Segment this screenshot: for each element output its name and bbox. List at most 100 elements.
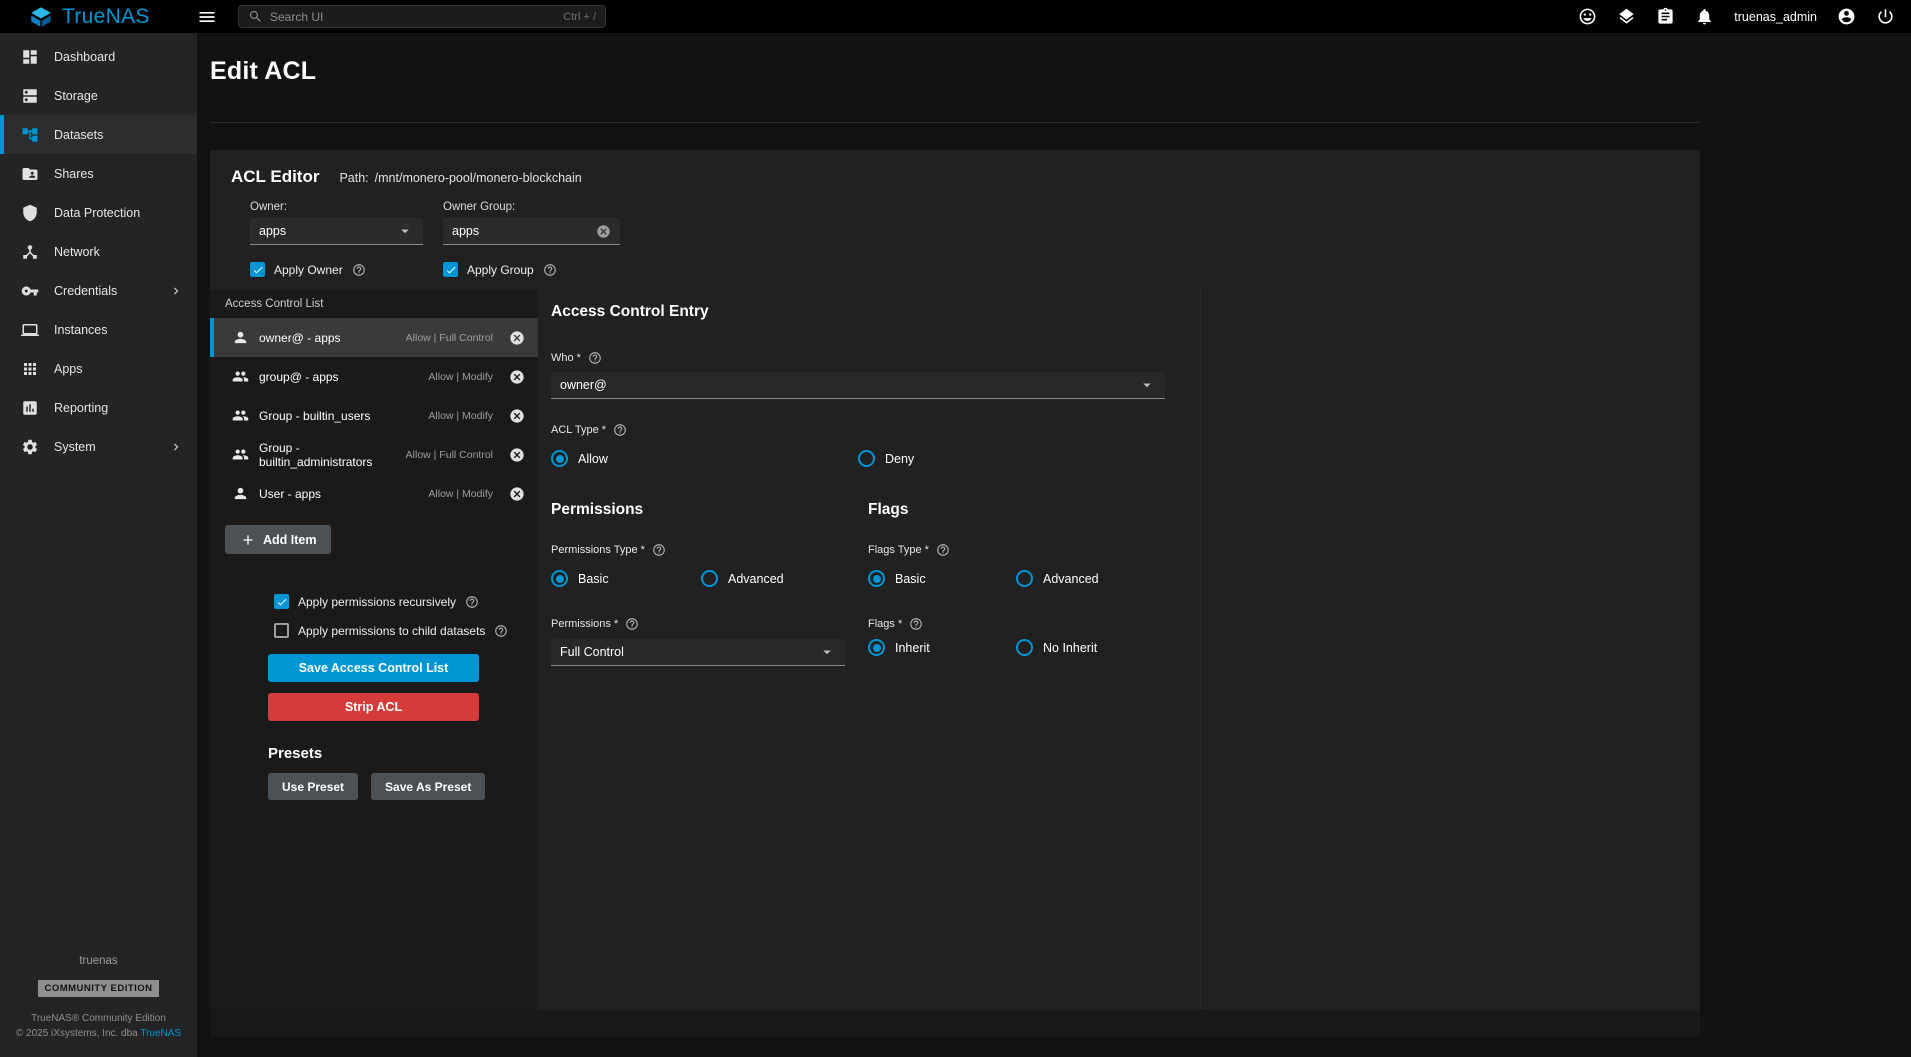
use-preset-button[interactable]: Use Preset	[268, 773, 358, 800]
cancel-icon	[509, 408, 525, 424]
user-menu-button[interactable]	[1837, 7, 1856, 26]
group-icon	[232, 446, 249, 463]
owner-group-input[interactable]: apps	[443, 218, 620, 245]
sidebar-item-reporting[interactable]: Reporting	[0, 388, 197, 427]
flags-no-inherit-radio[interactable]: No Inherit	[1016, 639, 1097, 656]
truenas-link[interactable]: TrueNAS	[140, 1028, 181, 1039]
entry-name: group@ - apps	[259, 370, 418, 384]
power-button[interactable]	[1876, 7, 1895, 26]
owner-label: Owner:	[250, 201, 423, 213]
alerts-button[interactable]	[1695, 7, 1714, 26]
sidebar-item-label: Datasets	[54, 128, 103, 142]
acl-entry-row[interactable]: group@ - apps Allow | Modify	[210, 357, 538, 396]
page-title: Edit ACL	[210, 57, 1911, 86]
help-icon[interactable]	[936, 543, 950, 557]
who-select[interactable]: owner@	[551, 372, 1165, 399]
flags-type-advanced-radio[interactable]: Advanced	[1016, 570, 1099, 587]
brand-logo[interactable]: TrueNAS	[28, 5, 181, 29]
permissions-type-basic-radio[interactable]: Basic	[551, 570, 701, 587]
acl-entry-row[interactable]: owner@ - apps Allow | Full Control	[210, 318, 538, 357]
no-inherit-label: No Inherit	[1043, 641, 1097, 655]
entry-permission-tag: Allow | Modify	[428, 371, 493, 383]
feedback-button[interactable]	[1578, 7, 1597, 26]
cancel-icon	[509, 369, 525, 385]
recursive-checkbox[interactable]	[274, 594, 289, 609]
user-icon	[232, 329, 249, 346]
help-icon[interactable]	[588, 351, 602, 365]
check-icon	[445, 264, 457, 276]
remove-entry-button[interactable]	[509, 447, 525, 463]
acl-editor-header: ACL Editor Path:/mnt/monero-pool/monero-…	[210, 150, 1700, 277]
help-icon[interactable]	[494, 624, 508, 638]
help-icon[interactable]	[352, 263, 366, 277]
storage-icon	[21, 87, 39, 105]
search-bar[interactable]: Ctrl + /	[238, 5, 606, 28]
remove-entry-button[interactable]	[509, 486, 525, 502]
network-icon	[21, 243, 39, 261]
acl-entry-row[interactable]: Group - builtin_users Allow | Modify	[210, 396, 538, 435]
menu-toggle-button[interactable]	[197, 7, 217, 27]
chevron-down-icon	[818, 643, 836, 661]
help-icon[interactable]	[625, 617, 639, 631]
child-datasets-checkbox[interactable]	[274, 623, 289, 638]
clipboard-icon	[1656, 7, 1675, 26]
radio-icon	[858, 450, 875, 467]
acl-type-deny-radio[interactable]: Deny	[858, 450, 914, 467]
add-item-button[interactable]: Add Item	[225, 525, 331, 554]
flags-inherit-radio[interactable]: Inherit	[868, 639, 1016, 656]
acl-entry-row[interactable]: Group - builtin_administrators Allow | F…	[210, 435, 538, 474]
search-input[interactable]	[270, 10, 556, 24]
header-divider	[210, 122, 1700, 123]
jobs-button[interactable]	[1656, 7, 1675, 26]
strip-acl-button[interactable]: Strip ACL	[268, 693, 479, 721]
permissions-type-advanced-radio[interactable]: Advanced	[701, 570, 784, 587]
acl-type-allow-radio[interactable]: Allow	[551, 450, 858, 467]
apply-owner-checkbox[interactable]	[250, 262, 265, 277]
edition-badge: COMMUNITY EDITION	[38, 980, 158, 997]
permissions-value: Full Control	[560, 645, 818, 659]
inherit-label: Inherit	[895, 641, 930, 655]
basic-label: Basic	[578, 572, 609, 586]
acl-editor-card: ACL Editor Path:/mnt/monero-pool/monero-…	[210, 150, 1700, 1037]
save-as-preset-button[interactable]: Save As Preset	[371, 773, 485, 800]
radio-icon	[1016, 570, 1033, 587]
save-acl-button[interactable]: Save Access Control List	[268, 654, 479, 682]
sidebar-item-credentials[interactable]: Credentials	[0, 271, 197, 310]
search-shortcut: Ctrl + /	[563, 11, 596, 23]
sidebar-item-storage[interactable]: Storage	[0, 76, 197, 115]
sidebar-item-network[interactable]: Network	[0, 232, 197, 271]
clear-icon[interactable]	[596, 224, 611, 239]
sidebar-item-label: Apps	[54, 362, 83, 376]
cancel-icon	[509, 486, 525, 502]
sidebar-item-system[interactable]: System	[0, 427, 197, 466]
chart-icon	[21, 399, 39, 417]
sidebar-item-datasets[interactable]: Datasets	[0, 115, 197, 154]
monitor-icon	[21, 321, 39, 339]
remove-entry-button[interactable]	[509, 369, 525, 385]
entry-name: owner@ - apps	[259, 331, 396, 345]
smiley-icon	[1578, 7, 1597, 26]
help-icon[interactable]	[543, 263, 557, 277]
sidebar-item-shares[interactable]: Shares	[0, 154, 197, 193]
flags-type-basic-radio[interactable]: Basic	[868, 570, 1016, 587]
acl-entry-row[interactable]: User - apps Allow | Modify	[210, 474, 538, 513]
sidebar-item-data-protection[interactable]: Data Protection	[0, 193, 197, 232]
sidebar-item-instances[interactable]: Instances	[0, 310, 197, 349]
remove-entry-button[interactable]	[509, 408, 525, 424]
permissions-select[interactable]: Full Control	[551, 639, 845, 666]
owner-value: apps	[259, 224, 396, 238]
username[interactable]: truenas_admin	[1734, 10, 1817, 24]
help-icon[interactable]	[465, 595, 479, 609]
help-icon[interactable]	[909, 617, 923, 631]
remove-entry-button[interactable]	[509, 330, 525, 346]
owner-select[interactable]: apps	[250, 218, 423, 245]
help-icon[interactable]	[652, 543, 666, 557]
sidebar-item-apps[interactable]: Apps	[0, 349, 197, 388]
apply-group-checkbox[interactable]	[443, 262, 458, 277]
help-icon[interactable]	[613, 423, 627, 437]
brand-name: TrueNAS	[62, 5, 150, 29]
sidebar-item-dashboard[interactable]: Dashboard	[0, 37, 197, 76]
status-button[interactable]	[1617, 7, 1636, 26]
hamburger-icon	[197, 7, 217, 27]
radio-icon	[551, 450, 568, 467]
